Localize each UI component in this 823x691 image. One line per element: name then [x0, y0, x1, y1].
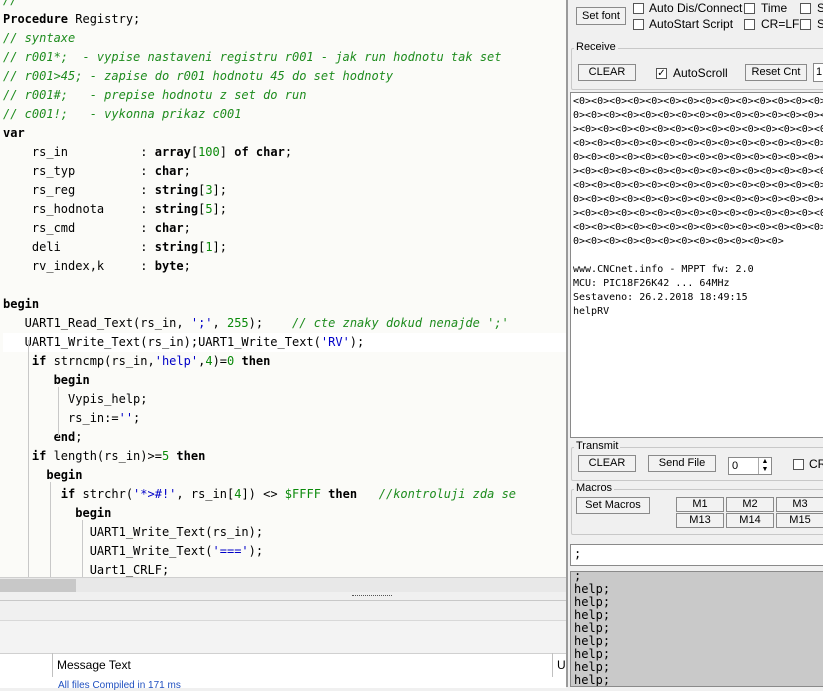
code-line[interactable]: Vypis_help; [3, 390, 147, 409]
code-line[interactable]: begin [3, 295, 39, 314]
receive-line: <0><0><0><0><0><0><0><0><0><0><0><0><0><… [573, 222, 823, 233]
macro-m2-button[interactable]: M2 [726, 497, 774, 512]
code-line[interactable]: var [3, 124, 25, 143]
code-line[interactable]: begin [3, 371, 90, 390]
code-line[interactable]: end; [3, 428, 83, 447]
transmit-spin-field[interactable]: 0 ▲ ▼ [728, 457, 772, 475]
s-checkbox-1[interactable] [800, 3, 811, 14]
receive-line: www.CNCnet.info - MPPT fw: 2.0 [573, 264, 754, 275]
macros-group-title: Macros [574, 482, 615, 494]
message-row: All files Compiled in 171 ms [58, 680, 181, 691]
macro-m15-button[interactable]: M15 [776, 513, 823, 528]
transmit-group-title: Transmit [574, 440, 621, 452]
s-label-2: S [817, 17, 823, 31]
panel-splitter[interactable] [0, 592, 566, 601]
code-line[interactable]: begin [3, 466, 82, 485]
time-label: Time [761, 1, 788, 15]
code-line[interactable]: UART1_Read_Text(rs_in, ';', 255); // cte… [3, 314, 509, 333]
transmit-log[interactable]: ; help; help; help; help; help; help; help; help… [570, 571, 823, 687]
cr-lf-label: CR=LF [761, 17, 800, 31]
code-line[interactable]: rs_hodnota : string[5]; [3, 200, 227, 219]
auto-dis-connect-label: Auto Dis/Connect [649, 1, 743, 15]
code-line[interactable]: deli : string[1]; [3, 238, 227, 257]
receive-text-area[interactable]: <0><0><0><0><0><0><0><0><0><0><0><0><0><… [570, 92, 823, 438]
indent-guide [28, 340, 29, 577]
log-line: help; [574, 673, 611, 687]
transmit-cr-checkbox[interactable] [793, 459, 804, 470]
receive-line: ><0><0><0><0><0><0><0><0><0><0><0><0><0>… [573, 166, 823, 177]
receive-clear-button[interactable]: CLEAR [578, 64, 636, 81]
code-line[interactable]: if strchr('*>#!', rs_in[4]) <> $FFFF the… [3, 485, 516, 504]
receive-line: <0><0><0><0><0><0><0><0><0><0><0><0><0><… [573, 96, 823, 107]
receive-line: Sestaveno: 26.2.2018 18:49:15 [573, 292, 748, 303]
receive-group-title: Receive [574, 41, 618, 53]
code-line[interactable]: rs_typ : char; [3, 162, 191, 181]
receive-line: helpRV [573, 306, 610, 317]
receive-line: ><0><0><0><0><0><0><0><0><0><0><0><0><0>… [573, 208, 823, 219]
send-file-button[interactable]: Send File [648, 455, 716, 472]
time-checkbox[interactable] [744, 3, 755, 14]
receive-line: 0><0><0><0><0><0><0><0><0><0><0><0> [573, 236, 784, 247]
transmit-input-value: ; [574, 547, 582, 561]
code-line[interactable]: begin [3, 504, 111, 523]
receive-line: 0><0><0><0><0><0><0><0><0><0><0><0><0><0… [573, 194, 823, 205]
transmit-clear-button[interactable]: CLEAR [578, 455, 636, 472]
receive-line: MCU: PIC18F26K42 ... 64MHz [573, 278, 730, 289]
autostart-script-label: AutoStart Script [649, 17, 734, 31]
code-line[interactable]: UART1_Write_Text('==='); [3, 542, 263, 561]
transmit-input[interactable]: ; [570, 544, 823, 566]
code-line[interactable]: // [3, 0, 17, 10]
code-line[interactable]: // r001>45; - zapise do r001 hodnotu 45 … [3, 67, 393, 86]
code-line[interactable]: UART1_Write_Text(rs_in); [3, 523, 263, 542]
code-line[interactable]: rs_reg : string[3]; [3, 181, 227, 200]
set-font-button[interactable]: Set font [576, 7, 626, 25]
set-macros-button[interactable]: Set Macros [576, 497, 650, 514]
code-line[interactable]: // c001!; - vykonna prikaz c001 [3, 105, 241, 124]
editor-horizontal-scrollbar[interactable] [0, 577, 566, 593]
indent-guide [58, 387, 59, 437]
macro-m14-button[interactable]: M14 [726, 513, 774, 528]
auto-dis-connect-checkbox[interactable] [633, 3, 644, 14]
autoscroll-checkbox[interactable]: ✓ [656, 68, 667, 79]
transmit-cr-label: CR [809, 457, 823, 471]
code-line[interactable]: UART1_Write_Text(rs_in);UART1_Write_Text… [3, 333, 566, 352]
receive-line: <0><0><0><0><0><0><0><0><0><0><0><0><0><… [573, 180, 823, 191]
indent-guide [50, 482, 51, 577]
cr-lf-checkbox[interactable] [744, 19, 755, 30]
indent-guide [82, 520, 83, 577]
terminal-panel: Set font Auto Dis/Connect Time S AutoSta… [566, 0, 823, 687]
s-label-1: S [817, 1, 823, 15]
receive-counter-field[interactable]: 1 [813, 63, 823, 82]
macro-m3-button[interactable]: M3 [776, 497, 823, 512]
code-line[interactable]: rs_in : array[100] of char; [3, 143, 292, 162]
transmit-spin-value: 0 [732, 460, 739, 472]
code-line[interactable]: // r001#; - prepise hodnotu z set do run [3, 86, 306, 105]
receive-line: ><0><0><0><0><0><0><0><0><0><0><0><0><0>… [573, 124, 823, 135]
code-editor[interactable]: //Procedure Registry;// syntaxe// r001*;… [0, 0, 566, 577]
receive-line: 0><0><0><0><0><0><0><0><0><0><0><0><0><0… [573, 110, 823, 121]
code-line[interactable]: rv_index,k : byte; [3, 257, 191, 276]
scrollbar-thumb[interactable] [0, 579, 76, 592]
code-line[interactable]: // syntaxe [3, 29, 75, 48]
reset-cnt-button[interactable]: Reset Cnt [745, 64, 807, 81]
receive-line: 0><0><0><0><0><0><0><0><0><0><0><0><0><0… [573, 152, 823, 163]
messages-toolbar [0, 620, 566, 653]
code-line[interactable]: Procedure Registry; [3, 10, 140, 29]
message-text-column-header[interactable]: Message Text [52, 653, 559, 677]
splitter-grip-icon [352, 595, 392, 598]
code-line[interactable]: // r001*; - vypise nastaveni registru r0… [3, 48, 502, 67]
code-line[interactable]: if length(rs_in)>=5 then [3, 447, 205, 466]
macro-m13-button[interactable]: M13 [676, 513, 724, 528]
code-line[interactable]: if strncmp(rs_in,'help',4)=0 then [3, 352, 270, 371]
autostart-script-checkbox[interactable] [633, 19, 644, 30]
receive-line: <0><0><0><0><0><0><0><0><0><0><0><0><0><… [573, 138, 823, 149]
macro-m1-button[interactable]: M1 [676, 497, 724, 512]
code-line[interactable]: rs_in:=''; [3, 409, 140, 428]
code-line[interactable]: rs_cmd : char; [3, 219, 191, 238]
spin-arrows-icon[interactable]: ▲ ▼ [758, 458, 771, 474]
autoscroll-label: AutoScroll [673, 66, 728, 80]
s-checkbox-2[interactable] [800, 19, 811, 30]
